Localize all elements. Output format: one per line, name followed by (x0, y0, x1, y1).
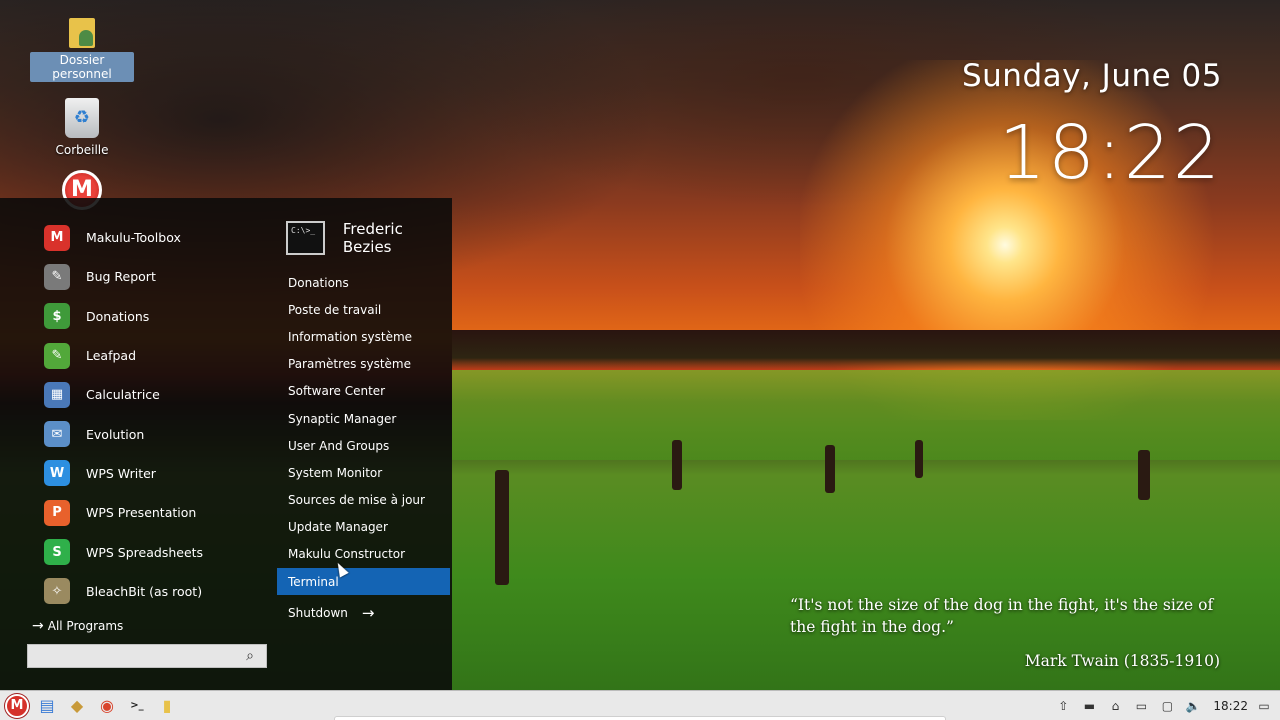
update-icon[interactable]: ⇧ (1053, 697, 1073, 715)
all-programs-button[interactable]: → All Programs (32, 618, 123, 634)
wps-writer-icon: W (44, 460, 70, 487)
shutdown-label: Shutdown (288, 606, 348, 620)
start-menu: M Makulu-Toolbox ✎ Bug Report $ Donations ✎ Lea… (0, 198, 452, 690)
favorite-item-label: BleachBit (as root) (86, 583, 203, 599)
favorite-item-label: Evolution (86, 426, 145, 442)
favorite-item-label: Makulu-Toolbox (86, 230, 181, 246)
system-menu-item[interactable]: Terminal (277, 568, 450, 596)
bug-report-icon: ✎ (44, 263, 70, 290)
favorite-item[interactable]: ✧ BleachBit (as root) (44, 572, 274, 611)
arrow-right-icon: → (32, 618, 44, 634)
quote-widget-author: Mark Twain (1835-1910) (1024, 652, 1220, 670)
terminal-icon[interactable]: >_ (124, 693, 150, 719)
menu-button[interactable]: M (4, 693, 30, 719)
clock-widget-date: Sunday, June 05 (961, 58, 1222, 94)
shutdown-button[interactable]: Shutdown → (288, 604, 375, 622)
user-name: Frederic Bezies (342, 220, 403, 256)
user-avatar-terminal-icon[interactable]: C:\>_ (286, 221, 325, 255)
trash-icon: ♻ (65, 98, 99, 138)
system-menu-item[interactable]: Donations (277, 269, 450, 296)
search-input[interactable] (28, 646, 236, 666)
favorite-item[interactable]: ✎ Leafpad (44, 336, 274, 375)
desktop-icon-label: Corbeille (55, 143, 109, 157)
favorite-item[interactable]: ✉ Evolution (44, 414, 274, 453)
favorite-item-label: Calculatrice (86, 387, 160, 403)
volume-icon[interactable]: 🔈 (1183, 697, 1203, 715)
makulu-menu-icon: M (5, 693, 29, 718)
system-menu-item[interactable]: Software Center (277, 378, 450, 405)
wallpaper-tree (825, 445, 835, 493)
folder-icon[interactable]: ▮ (154, 693, 180, 719)
makulu-icon: M (44, 224, 70, 251)
show-desktop-icon[interactable]: ▭ (1254, 697, 1274, 715)
favorite-item[interactable]: S WPS Spreadsheets (44, 532, 274, 571)
system-items-list: Donations Poste de travail Information sys… (277, 269, 450, 596)
wallpaper-tree (495, 470, 509, 585)
wallpaper-tree (672, 440, 682, 490)
display-icon[interactable]: ▢ (1157, 697, 1177, 715)
taskbar-clock[interactable]: 18:22 (1213, 699, 1248, 713)
system-menu-item[interactable]: Synaptic Manager (277, 405, 450, 432)
system-menu-item[interactable]: Poste de travail (277, 296, 450, 323)
system-menu-item[interactable]: Update Manager (277, 514, 450, 541)
wallpaper-horizon (452, 330, 1280, 370)
system-menu-item[interactable]: Paramètres système (277, 351, 450, 378)
active-window-tab[interactable] (334, 716, 946, 720)
drive-icon[interactable]: ▭ (1131, 697, 1151, 715)
favorite-item-label: Bug Report (86, 269, 156, 285)
calculator-icon: ▦ (44, 381, 70, 408)
home-folder-icon (67, 12, 97, 48)
taskbar-launchers: M ▤ ◆ ◉ >_ ▮ (0, 693, 184, 719)
favorite-item[interactable]: P WPS Presentation (44, 493, 274, 532)
search-icon[interactable]: ⌕ (236, 648, 264, 664)
system-tray: ⇧ ▬ ⌂ ▭ ▢ 🔈 18:22 ▭ (1047, 691, 1274, 720)
favorite-item-label: WPS Writer (86, 465, 156, 481)
user-header: C:\>_ Frederic Bezies (286, 220, 452, 256)
clock-widget-time: 18:22 (998, 110, 1222, 196)
wallpaper-field (452, 370, 1280, 460)
system-menu-item[interactable]: Makulu Constructor (277, 541, 450, 568)
favorite-item[interactable]: ✎ Bug Report (44, 257, 274, 296)
favorite-item-label: Donations (86, 308, 150, 324)
wps-presentation-icon: P (44, 499, 70, 526)
system-menu-item[interactable]: System Monitor (277, 459, 450, 486)
bleachbit-icon: ✧ (44, 578, 70, 605)
desktop-icon-label: Dossier personnel (30, 52, 134, 82)
favorites-list: M Makulu-Toolbox ✎ Bug Report $ Donations ✎ Lea… (44, 218, 274, 611)
favorite-item-label: WPS Presentation (86, 505, 197, 521)
wallpaper-tree (915, 440, 923, 478)
favorite-item[interactable]: W WPS Writer (44, 454, 274, 493)
arrow-right-icon: → (361, 604, 375, 622)
all-programs-label: All Programs (47, 619, 124, 633)
favorite-item-label: Leafpad (86, 348, 137, 364)
system-menu-item[interactable]: Information système (277, 323, 450, 350)
system-menu-item[interactable]: User And Groups (277, 432, 450, 459)
desktop-icon-home-folder[interactable]: Dossier personnel (30, 12, 134, 82)
wps-spreadsheets-icon: S (44, 539, 70, 566)
favorite-item-label: WPS Spreadsheets (86, 544, 204, 560)
favorite-item[interactable]: $ Donations (44, 297, 274, 336)
file-manager-icon[interactable]: ▤ (34, 693, 60, 719)
donations-icon: $ (44, 303, 70, 330)
search-box: ⌕ (27, 644, 267, 668)
desktop-icon-trash[interactable]: ♻ Corbeille (30, 98, 134, 158)
taskbar: M ▤ ◆ ◉ >_ ▮ ⇧ ▬ ⌂ ▭ ▢ 🔈 18:22 ▭ (0, 690, 1280, 720)
battery-icon[interactable]: ▬ (1079, 697, 1099, 715)
chrome-icon[interactable]: ◉ (94, 693, 120, 719)
software-icon[interactable]: ◆ (64, 693, 90, 719)
favorite-item[interactable]: M Makulu-Toolbox (44, 218, 274, 257)
network-icon[interactable]: ⌂ (1105, 697, 1125, 715)
quote-widget-text: “It's not the size of the dog in the fig… (790, 596, 1214, 636)
leafpad-icon: ✎ (44, 342, 70, 369)
system-menu-item[interactable]: Sources de mise à jour (277, 487, 450, 514)
wallpaper-tree (1138, 450, 1150, 500)
favorite-item[interactable]: ▦ Calculatrice (44, 375, 274, 414)
evolution-icon: ✉ (44, 421, 70, 448)
